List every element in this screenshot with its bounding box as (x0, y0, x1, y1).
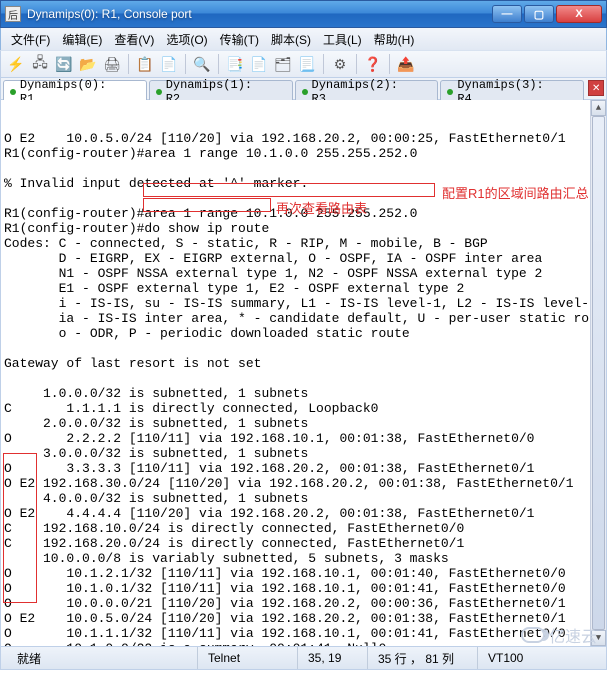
terminal-line: O 10.1.0.1/32 [110/11] via 192.168.10.1,… (4, 581, 603, 596)
terminal-line: C 192.168.20.0/24 is directly connected,… (4, 536, 603, 551)
annotation-text-1: 配置R1的区域间路由汇总 (442, 183, 589, 202)
toolbar-separator (356, 54, 357, 74)
status-protocol: Telnet (197, 647, 297, 669)
copy-icon[interactable]: 📋 (134, 53, 156, 75)
terminal-line: O E2 192.168.30.0/24 [110/20] via 192.16… (4, 476, 603, 491)
terminal-line: O 10.1.1.1/32 [110/11] via 192.168.10.1,… (4, 626, 603, 641)
properties-icon[interactable]: ⚙ (329, 53, 351, 75)
scroll-down-button[interactable]: ▼ (591, 630, 606, 646)
status-bar: 就绪 Telnet 35, 19 35 行 ， 81 列 VT100 (0, 646, 607, 670)
status-ready: 就绪 (7, 647, 197, 669)
quick-connect-icon[interactable]: ⚡ (5, 53, 27, 75)
terminal-line: 2.0.0.0/32 is subnetted, 1 subnets (4, 416, 603, 431)
terminal-line: o - ODR, P - periodic downloaded static … (4, 326, 603, 341)
terminal-line: i - IS-IS, su - IS-IS summary, L1 - IS-I… (4, 296, 603, 311)
window-titlebar: 后 Dynamips(0): R1, Console port ― ▢ X (0, 0, 607, 28)
menu-help[interactable]: 帮助(H) (368, 29, 421, 50)
menu-view[interactable]: 查看(V) (108, 29, 160, 50)
terminal-line: ia - IS-IS inter area, * - candidate def… (4, 311, 603, 326)
help-icon[interactable]: ❓ (362, 53, 384, 75)
xmodem-icon[interactable]: 📤 (395, 53, 417, 75)
disconnect-icon[interactable]: 📂 (77, 53, 99, 75)
print-icon[interactable]: 🖨 (101, 53, 123, 75)
log-icon[interactable]: 📃 (296, 53, 318, 75)
vertical-scrollbar[interactable]: ▲ ▼ (590, 100, 606, 646)
menu-file[interactable]: 文件(F) (5, 29, 56, 50)
terminal-line: C 1.1.1.1 is directly connected, Loopbac… (4, 401, 603, 416)
terminal-line (4, 371, 603, 386)
status-dot-icon (10, 89, 16, 95)
terminal-line: 4.0.0.0/32 is subnetted, 1 subnets (4, 491, 603, 506)
tab-dynamips-0[interactable]: Dynamips(0): R1,… (3, 80, 147, 100)
terminal-line: Gateway of last resort is not set (4, 356, 603, 371)
scroll-up-button[interactable]: ▲ (591, 100, 606, 116)
annotation-text-2: 再次查看路由表 (276, 198, 367, 217)
terminal-line: R1(config-router)#do show ip route (4, 221, 603, 236)
session-tab-bar: Dynamips(0): R1,… Dynamips(1): R2,… Dyna… (0, 78, 607, 100)
terminal-line: O E2 10.0.5.0/24 [110/20] via 192.168.20… (4, 131, 603, 146)
scroll-thumb[interactable] (592, 116, 605, 630)
terminal-line: O 10.0.0.0/21 [110/20] via 192.168.20.2,… (4, 596, 603, 611)
session-options-icon[interactable]: 📑 (224, 53, 246, 75)
scroll-track[interactable] (591, 116, 606, 630)
terminal-line (4, 161, 603, 176)
app-icon: 后 (5, 6, 21, 22)
terminal-line: O E2 4.4.4.4 [110/20] via 192.168.20.2, … (4, 506, 603, 521)
menu-edit[interactable]: 编辑(E) (56, 29, 108, 50)
tab-dynamips-1[interactable]: Dynamips(1): R2,… (149, 80, 293, 100)
toolbar-separator (128, 54, 129, 74)
status-size: 35 行 ， 81 列 (367, 647, 477, 669)
toolbar-separator (185, 54, 186, 74)
close-button[interactable]: X (556, 5, 602, 23)
menu-tools[interactable]: 工具(L) (317, 29, 368, 50)
terminal-line: C 192.168.10.0/24 is directly connected,… (4, 521, 603, 536)
maximize-button[interactable]: ▢ (524, 5, 554, 23)
connect-icon[interactable]: 🖧 (29, 53, 51, 75)
find-icon[interactable]: 🔍 (191, 53, 213, 75)
paste-icon[interactable]: 📄 (158, 53, 180, 75)
tab-dynamips-3[interactable]: Dynamips(3): R4,… (440, 80, 584, 100)
status-dot-icon (302, 89, 308, 95)
terminal-line: D - EIGRP, EX - EIGRP external, O - OSPF… (4, 251, 603, 266)
terminal-line: E1 - OSPF external type 1, E2 - OSPF ext… (4, 281, 603, 296)
status-term: VT100 (477, 647, 533, 669)
terminal-line: O 3.3.3.3 [110/11] via 192.168.20.2, 00:… (4, 461, 603, 476)
terminal-line: R1(config-router)#area 1 range 10.1.0.0 … (4, 146, 603, 161)
toolbar-separator (389, 54, 390, 74)
window-title: Dynamips(0): R1, Console port (27, 7, 492, 21)
terminal-line: O 10.1.2.1/32 [110/11] via 192.168.10.1,… (4, 566, 603, 581)
toolbar-separator (323, 54, 324, 74)
terminal-output[interactable]: O E2 10.0.5.0/24 [110/20] via 192.168.20… (0, 100, 607, 646)
minimize-button[interactable]: ― (492, 5, 522, 23)
status-dot-icon (156, 89, 162, 95)
terminal-line: 10.0.0.0/8 is variably subnetted, 5 subn… (4, 551, 603, 566)
menu-options[interactable]: 选项(O) (160, 29, 213, 50)
status-cursor: 35, 19 (297, 647, 367, 669)
menu-transfer[interactable]: 传输(T) (214, 29, 265, 50)
tab-dynamips-2[interactable]: Dynamips(2): R3,… (295, 80, 439, 100)
reconnect-icon[interactable]: 🔄 (53, 53, 75, 75)
font-icon[interactable]: 🗂 (272, 53, 294, 75)
terminal-line: Codes: C - connected, S - static, R - RI… (4, 236, 603, 251)
terminal-line: O E2 10.0.5.0/24 [110/20] via 192.168.20… (4, 611, 603, 626)
terminal-line: O 10.1.0.0/22 is a summary, 00:01:41, Nu… (4, 641, 603, 646)
global-options-icon[interactable]: 📄 (248, 53, 270, 75)
toolbar-separator (218, 54, 219, 74)
menu-script[interactable]: 脚本(S) (265, 29, 317, 50)
menu-bar: 文件(F) 编辑(E) 查看(V) 选项(O) 传输(T) 脚本(S) 工具(L… (0, 28, 607, 50)
terminal-line: O 2.2.2.2 [110/11] via 192.168.10.1, 00:… (4, 431, 603, 446)
terminal-line: 3.0.0.0/32 is subnetted, 1 subnets (4, 446, 603, 461)
toolbar: ⚡ 🖧 🔄 📂 🖨 📋 📄 🔍 📑 📄 🗂 📃 ⚙ ❓ 📤 (0, 50, 607, 78)
terminal-line: 1.0.0.0/32 is subnetted, 1 subnets (4, 386, 603, 401)
status-dot-icon (447, 89, 453, 95)
terminal-line (4, 341, 603, 356)
tab-close-button[interactable]: ✕ (588, 80, 604, 96)
terminal-line: N1 - OSPF NSSA external type 1, N2 - OSP… (4, 266, 603, 281)
